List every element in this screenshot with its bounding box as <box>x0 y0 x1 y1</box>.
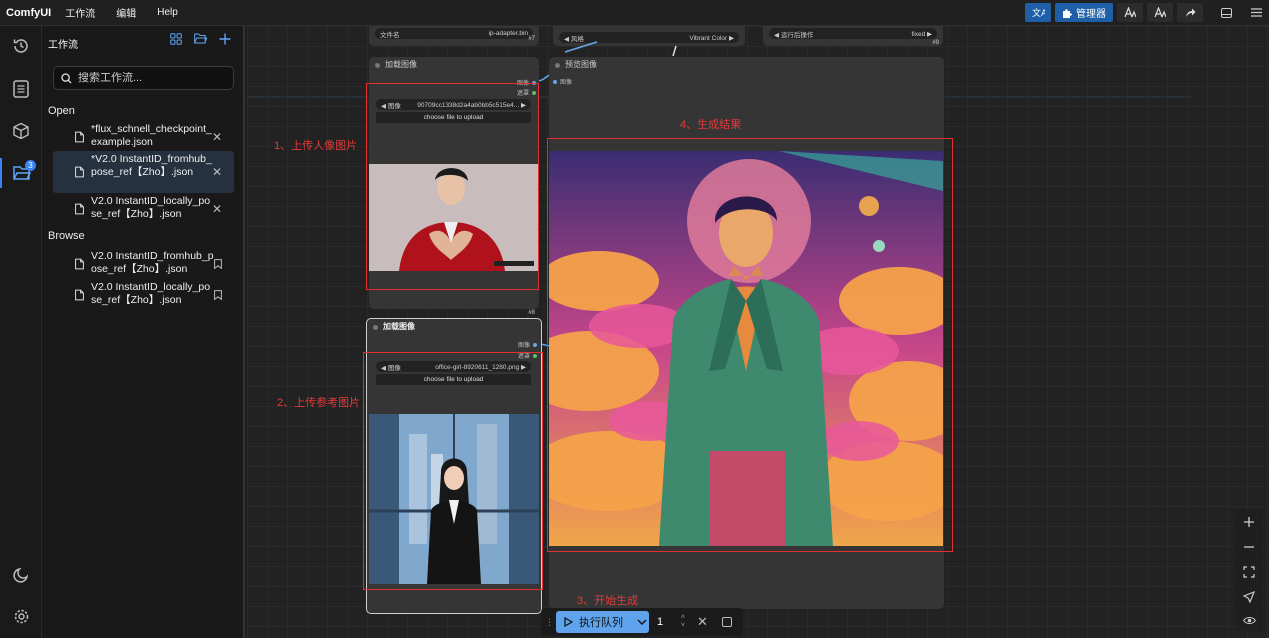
panel-title: 工作流 <box>48 40 78 51</box>
menu-workflow[interactable]: 工作流 <box>65 5 95 20</box>
output-image-port[interactable]: 图像 <box>518 340 537 349</box>
translate-icon: 文A <box>1032 7 1045 18</box>
open-workflow-item[interactable]: *flux_schnell_checkpoint_example.json ✕ <box>53 123 234 150</box>
highlight-reference-input <box>363 352 543 590</box>
model-library-icon[interactable] <box>0 116 42 146</box>
close-icon[interactable]: ✕ <box>212 202 222 215</box>
queue-run-button[interactable]: 执行队列 <box>556 611 649 633</box>
file-icon <box>75 258 84 269</box>
mountain-a-icon <box>1124 7 1136 18</box>
translate-button[interactable]: 文A <box>1025 3 1051 22</box>
add-workflow-icon[interactable] <box>219 33 231 45</box>
file-icon <box>75 203 84 214</box>
share-button[interactable] <box>1177 3 1203 22</box>
file-icon <box>75 131 84 142</box>
cancel-queue-icon[interactable]: ✕ <box>697 614 708 630</box>
chevron-down-icon[interactable] <box>637 619 647 625</box>
model-manager-button[interactable] <box>1117 3 1143 22</box>
theme-toggle-icon[interactable] <box>0 559 42 589</box>
batch-count-value: 1 <box>657 616 664 628</box>
stepper-arrows-icon[interactable]: ˄ ˅ <box>681 614 685 630</box>
browse-workflow-item[interactable]: V2.0 InstantID_locally_pose_ref【Zho】.jso… <box>53 281 234 308</box>
menu-bar: ComfyUI 工作流 编辑 Help 文A 管理器 <box>0 0 1269 26</box>
workflows-icon[interactable]: 3 <box>0 158 42 188</box>
bookmark-icon[interactable] <box>214 289 222 300</box>
graph-canvas[interactable]: 文件名 ip-adapter.bin #7 ◀ 风格 Vibrant Color… <box>247 26 1269 638</box>
zoom-controls <box>1235 509 1263 631</box>
open-folder-icon[interactable] <box>194 33 207 45</box>
zoom-out-icon[interactable] <box>1243 541 1255 553</box>
hamburger-icon <box>1250 8 1262 17</box>
browse-section-label: Browse <box>48 230 85 242</box>
play-icon <box>564 617 573 627</box>
run-label: 执行队列 <box>579 617 623 629</box>
side-rail: 3 <box>0 26 42 638</box>
workflow-name: V2.0 InstantID_locally_pose_ref【Zho】.jso… <box>91 195 211 220</box>
node-library-icon[interactable] <box>0 74 42 104</box>
highlight-generated-result <box>547 138 953 552</box>
puzzle-icon <box>1062 8 1072 18</box>
annotation-step-1: 1、上传人像图片 <box>274 140 358 152</box>
close-icon[interactable]: ✕ <box>212 166 222 179</box>
fit-view-icon[interactable] <box>1243 565 1255 578</box>
history-icon[interactable] <box>0 31 42 61</box>
search-box[interactable] <box>53 66 234 90</box>
annotation-step-4: 4、生成结果 <box>680 119 742 131</box>
grid-view-icon[interactable] <box>170 33 182 45</box>
batch-count-stepper[interactable]: 1 ˄ ˅ <box>657 611 685 633</box>
node-id: #8 <box>528 310 535 316</box>
node-title: 加载图像 <box>369 57 539 73</box>
node-title: 预览图像 <box>549 57 944 73</box>
search-input[interactable] <box>78 72 228 84</box>
toggle-panel-button[interactable] <box>1213 3 1239 22</box>
stop-icon[interactable] <box>721 617 732 627</box>
panel-icon <box>1220 7 1232 18</box>
queue-bar: ⋮ 执行队列 1 ˄ ˅ ✕ <box>541 608 743 636</box>
menu-help[interactable]: Help <box>157 7 178 18</box>
node-title: 加载图像 <box>367 319 541 335</box>
open-section-label: Open <box>48 105 75 117</box>
drag-handle-icon[interactable]: ⋮ <box>545 617 554 628</box>
file-icon <box>75 166 84 178</box>
mountain-b-icon <box>1154 7 1166 18</box>
workflow-name: *flux_schnell_checkpoint_example.json <box>91 123 212 148</box>
app-brand[interactable]: ComfyUI <box>6 7 51 19</box>
annotation-step-3: 3、开始生成 <box>577 595 639 607</box>
menu-edit[interactable]: 编辑 <box>116 5 136 20</box>
svg-text:文A: 文A <box>1032 7 1045 18</box>
open-workflow-item[interactable]: V2.0 InstantID_locally_pose_ref【Zho】.jso… <box>53 195 234 222</box>
share-icon <box>1185 8 1196 18</box>
main-menu-button[interactable] <box>1243 3 1269 22</box>
workflow-name: V2.0 InstantID_fromhub_pose_ref【Zho】.jso… <box>91 250 214 275</box>
close-icon[interactable]: ✕ <box>212 130 222 143</box>
browse-workflow-item[interactable]: V2.0 InstantID_fromhub_pose_ref【Zho】.jso… <box>53 250 234 277</box>
manager-label: 管理器 <box>1076 9 1106 20</box>
workflow-name: V2.0 InstantID_locally_pose_ref【Zho】.jso… <box>91 281 211 306</box>
workflows-badge: 3 <box>25 160 36 171</box>
highlight-portrait-input <box>366 83 539 290</box>
annotation-step-2: 2、上传参考图片 <box>277 397 361 409</box>
visibility-eye-icon[interactable] <box>1242 616 1256 625</box>
settings-gear-icon[interactable] <box>0 601 42 631</box>
file-icon <box>75 289 84 300</box>
open-workflow-item-active[interactable]: *V2.0 InstantID_fromhub_pose_ref【Zho】.js… <box>53 151 234 193</box>
manager-button[interactable]: 管理器 <box>1055 3 1113 22</box>
workflow-panel: 工作流 Open *flux_schnell_checkpoint_exampl… <box>42 26 245 638</box>
model-download-button[interactable] <box>1147 3 1173 22</box>
zoom-in-icon[interactable] <box>1243 516 1255 528</box>
bookmark-icon[interactable] <box>214 258 222 269</box>
input-image-port[interactable]: 图像 <box>553 77 572 86</box>
pointer-mode-icon[interactable] <box>1243 590 1255 603</box>
search-icon <box>61 72 72 84</box>
workflow-name: *V2.0 InstantID_fromhub_pose_ref【Zho】.js… <box>91 153 212 178</box>
